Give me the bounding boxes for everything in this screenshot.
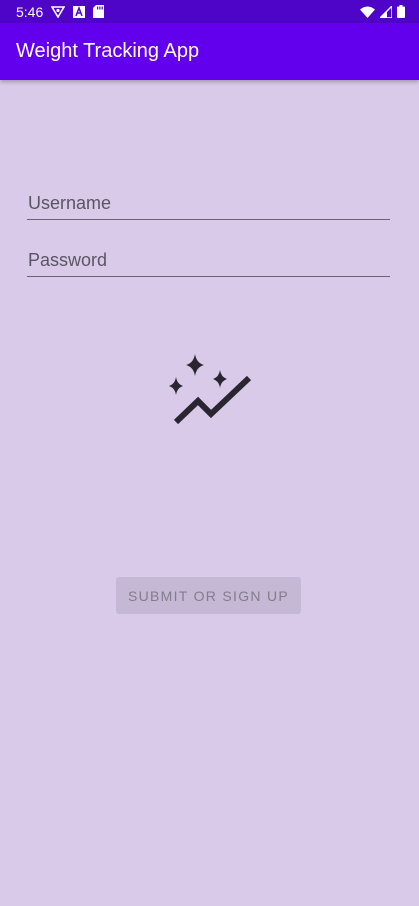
app-bar: Weight Tracking App (0, 23, 419, 80)
username-field-container (27, 180, 390, 220)
battery-icon (397, 5, 405, 18)
font-a-icon (73, 5, 86, 18)
submit-or-sign-up-button[interactable]: SUBMIT OR SIGN UP (116, 577, 301, 614)
signal-icon (380, 5, 392, 18)
login-content: SUBMIT OR SIGN UP (0, 80, 419, 906)
vpn-key-icon (51, 5, 66, 18)
status-bar: 5:46 (0, 0, 419, 23)
username-input[interactable] (27, 193, 390, 214)
password-input[interactable] (27, 250, 390, 271)
sd-card-icon (93, 5, 105, 18)
app-title: Weight Tracking App (16, 40, 200, 62)
password-field-container (27, 237, 390, 277)
sparkle-trend-icon (163, 352, 255, 432)
status-time: 5:46 (16, 3, 44, 20)
wifi-icon (360, 6, 375, 18)
